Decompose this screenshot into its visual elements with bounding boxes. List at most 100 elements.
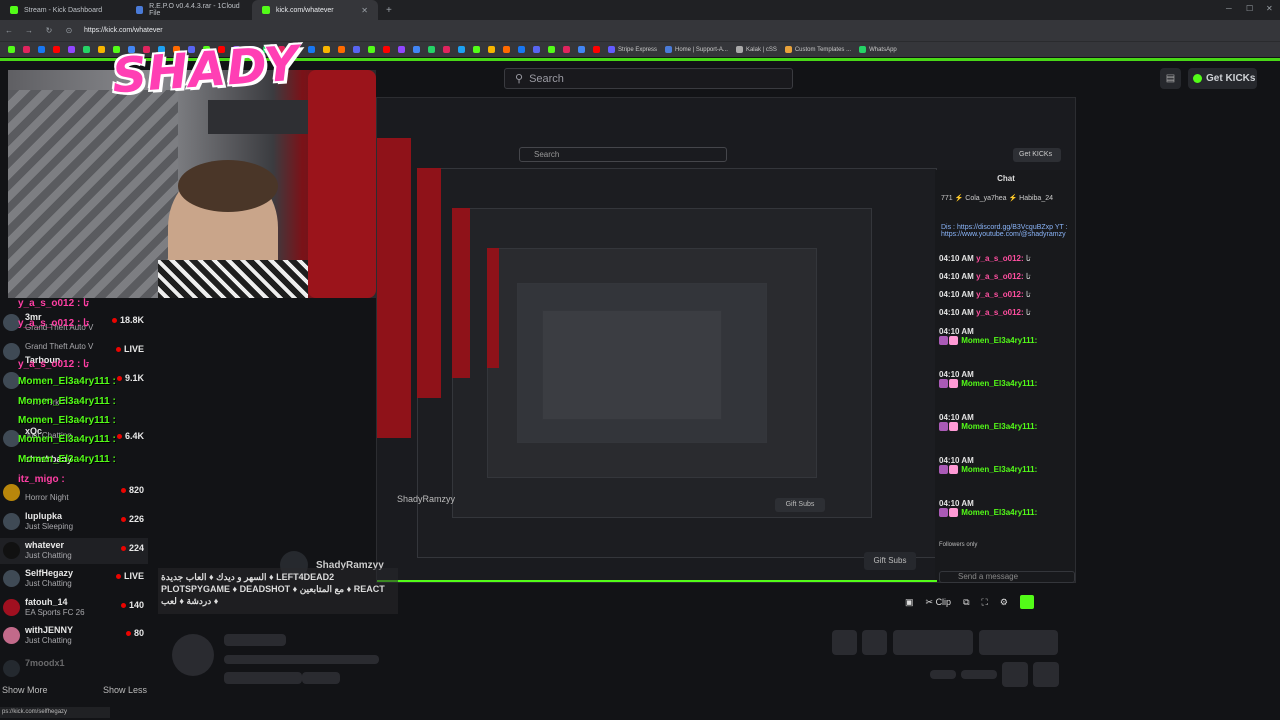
bookmark-icon[interactable] — [473, 46, 480, 53]
gift-subs-button[interactable]: Gift Subs — [864, 552, 916, 570]
live-dot-icon — [115, 573, 121, 579]
loading-button-skeleton — [979, 630, 1058, 655]
bookmark-icon[interactable] — [398, 46, 405, 53]
tab-kick-whatever[interactable]: kick.com/whatever ✕ — [252, 0, 378, 20]
reload-icon[interactable]: ↻ — [44, 26, 54, 35]
bookmark-icon[interactable] — [443, 46, 450, 53]
bookmark-support[interactable]: Home | Support-A... — [665, 46, 728, 53]
bookmark-icon[interactable] — [308, 46, 315, 53]
pip-icon[interactable]: ⧉ — [963, 597, 969, 608]
forward-icon[interactable]: → — [24, 26, 34, 35]
bookmark-icon[interactable] — [98, 46, 105, 53]
search-input[interactable]: ⚲ Search — [504, 68, 793, 89]
kalak-icon — [735, 46, 743, 53]
bookmark-icon[interactable] — [548, 46, 555, 53]
get-kicks-button[interactable]: Get KICKs — [1188, 68, 1257, 89]
live-indicator-icon — [1019, 595, 1034, 609]
minimize-icon[interactable]: ─ — [1226, 4, 1232, 13]
keffiyeh-scarf — [158, 260, 308, 298]
bookmark-icon[interactable] — [323, 46, 330, 53]
captured-gift-subs: Gift Subs — [775, 498, 825, 512]
tab-title: kick.com/whatever — [276, 6, 334, 14]
red-gaming-chair — [308, 70, 376, 298]
avatar — [3, 513, 20, 530]
live-dot-icon — [125, 630, 131, 636]
tab-kick-dashboard[interactable]: Stream - Kick Dashboard — [0, 0, 126, 20]
bookmark-icon[interactable] — [563, 46, 570, 53]
live-dot-icon — [116, 375, 122, 381]
player-progress-bar[interactable] — [377, 580, 937, 582]
bookmark-icon[interactable] — [8, 46, 15, 53]
avatar — [3, 570, 20, 587]
bookmark-icon[interactable] — [488, 46, 495, 53]
live-dot-icon — [116, 433, 122, 439]
overlay-chat-line: Momen_El3a4ry111 : — [18, 376, 116, 387]
bookmark-icon[interactable] — [83, 46, 90, 53]
bookmark-icon[interactable] — [353, 46, 360, 53]
bookmark-icon[interactable] — [68, 46, 75, 53]
red-curtain — [377, 138, 411, 438]
theater-mode-icon[interactable]: ▣ — [905, 597, 914, 608]
bookmark-icon[interactable] — [383, 46, 390, 53]
bookmark-icon[interactable] — [368, 46, 375, 53]
bookmark-icon[interactable] — [338, 46, 345, 53]
bookmark-icon[interactable] — [533, 46, 540, 53]
overlay-chat-line: itz_migo : — [18, 474, 65, 485]
site-info-icon[interactable]: ⊙ — [64, 26, 74, 35]
sidebar-channel[interactable]: SelfHegazy Just Chatting LIVE — [0, 566, 148, 592]
live-dot-icon — [111, 317, 117, 323]
bookmark-icon[interactable] — [593, 46, 600, 53]
loading-text-skeleton — [930, 670, 956, 679]
bookmark-icon[interactable] — [413, 46, 420, 53]
new-tab-icon[interactable]: + — [386, 5, 392, 16]
bookmark-icon[interactable] — [503, 46, 510, 53]
live-dot-icon — [115, 346, 121, 352]
whatsapp-icon — [859, 46, 867, 53]
sidebar-channel-active[interactable]: whatever Just Chatting 224 — [0, 538, 148, 564]
avatar — [3, 599, 20, 616]
bookmark-icon[interactable] — [428, 46, 435, 53]
kick-favicon-icon — [10, 6, 18, 14]
bookmark-whatsapp[interactable]: WhatsApp — [859, 46, 897, 53]
settings-gear-icon[interactable]: ⚙ — [1000, 597, 1008, 608]
overlay-chat-line: y_a_s_o012 : تا — [18, 318, 89, 329]
url-field[interactable]: https://kick.com/whatever — [84, 27, 163, 34]
back-icon[interactable]: ← — [4, 26, 14, 35]
kick-favicon-icon — [262, 6, 270, 14]
address-bar: ← → ↻ ⊙ https://kick.com/whatever — [0, 20, 1280, 41]
search-placeholder: Search — [529, 72, 564, 85]
loading-text-skeleton — [224, 655, 379, 664]
bookmark-icon[interactable] — [53, 46, 60, 53]
tab-title: Stream - Kick Dashboard — [24, 6, 103, 14]
clip-button[interactable]: ✂ Clip — [926, 597, 952, 608]
bookmark-custom-templates[interactable]: Custom Templates ... — [784, 46, 851, 53]
bookmark-icon[interactable] — [518, 46, 525, 53]
gift-badge-icon — [949, 379, 958, 389]
template-icon — [784, 46, 792, 53]
layout-toggle-icon[interactable]: ▤ — [1160, 68, 1181, 89]
tab-1cloud-file[interactable]: R.E.P.O v0.4.4.3.rar - 1Cloud File — [126, 0, 252, 20]
bookmark-kalak[interactable]: Kalak | cSS — [735, 46, 777, 53]
show-less-button[interactable]: Show Less — [103, 685, 147, 695]
captured-get-kicks: Get KICKs — [1013, 148, 1061, 162]
sidebar-channel[interactable]: withJENNY Just Chatting 80 — [0, 623, 148, 649]
avatar — [3, 660, 20, 677]
sidebar-channel-offline[interactable]: 7moodx1 — [0, 656, 148, 682]
sidebar-channel[interactable]: luplupka Just Sleeping 226 — [0, 509, 148, 535]
avatar — [3, 484, 20, 501]
show-more-button[interactable]: Show More — [2, 685, 48, 695]
close-window-icon[interactable]: ✕ — [1266, 4, 1273, 13]
maximize-icon[interactable]: ☐ — [1246, 4, 1253, 13]
bookmark-icon[interactable] — [23, 46, 30, 53]
bookmark-icon[interactable] — [578, 46, 585, 53]
loading-text-skeleton — [224, 634, 286, 646]
bookmark-icon[interactable] — [38, 46, 45, 53]
overlay-chat-line: Momen_El3a4ry111 : — [18, 434, 116, 445]
sidebar-channel[interactable]: fatouh_14 EA Sports FC 26 140 — [0, 595, 148, 621]
followers-only-notice: Followers only — [939, 542, 978, 548]
send-message-input[interactable]: Send a message — [939, 571, 1075, 583]
close-tab-icon[interactable]: ✕ — [361, 6, 368, 15]
bookmark-icon[interactable] — [458, 46, 465, 53]
bookmark-stripe-express[interactable]: Stripe Express — [608, 46, 657, 53]
fullscreen-icon[interactable]: ⛶ — [982, 597, 988, 608]
